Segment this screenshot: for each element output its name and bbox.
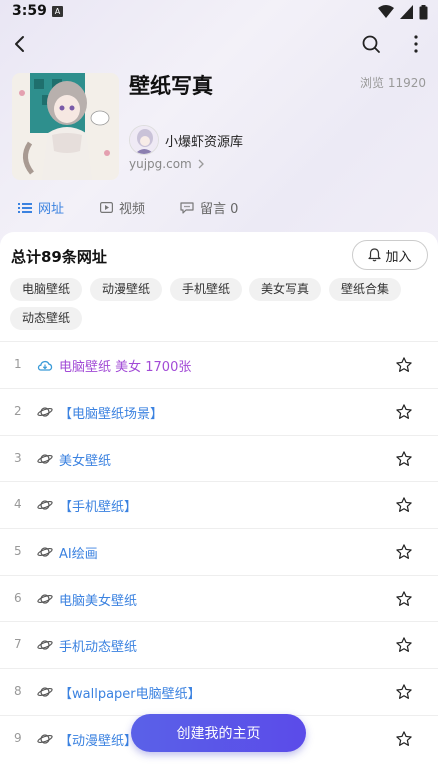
more-vertical-icon[interactable] (404, 32, 428, 56)
item-number: 4 (14, 497, 22, 511)
item-label[interactable]: 手机动态壁纸 (59, 636, 137, 655)
item-label[interactable]: 【手机壁纸】 (59, 496, 137, 515)
search-icon[interactable] (359, 32, 383, 56)
list-item[interactable]: 3 美女壁纸 (0, 435, 438, 482)
star-icon[interactable] (395, 730, 413, 748)
comment-icon (180, 201, 194, 214)
star-icon[interactable] (395, 356, 413, 374)
planet-icon (37, 687, 53, 697)
tab-comments[interactable]: 留言 0 (180, 198, 238, 217)
collection-title: 壁纸写真 (129, 74, 213, 98)
cover-image (12, 73, 119, 180)
item-label[interactable]: 电脑美女壁纸 (59, 590, 137, 609)
list-item[interactable]: 1 电脑壁纸 美女 1700张 (0, 341, 438, 388)
item-number: 8 (14, 684, 22, 698)
notification-a-icon: A (52, 6, 63, 17)
star-icon[interactable] (395, 543, 413, 561)
tab-label: 留言 0 (200, 202, 239, 217)
tag-chip[interactable]: 手机壁纸 (170, 278, 243, 301)
list-item[interactable]: 7 手机动态壁纸 (0, 621, 438, 668)
item-number: 2 (14, 404, 22, 418)
avatar[interactable] (129, 125, 159, 155)
item-label[interactable]: 美女壁纸 (59, 450, 111, 469)
planet-icon (37, 500, 53, 510)
item-label[interactable]: AI绘画 (59, 543, 98, 562)
list-item[interactable]: 5 AI绘画 (0, 528, 438, 575)
item-number: 7 (14, 637, 22, 651)
star-icon[interactable] (395, 496, 413, 514)
planet-icon (37, 454, 53, 464)
cloud-icon (37, 360, 53, 371)
battery-icon (419, 4, 428, 19)
item-number: 3 (14, 451, 22, 465)
planet-icon (37, 640, 53, 650)
tag-chip[interactable]: 壁纸合集 (329, 278, 402, 301)
tag-chip[interactable]: 美女写真 (249, 278, 322, 301)
item-label[interactable]: 【动漫壁纸】 (59, 730, 137, 749)
back-arrow-icon[interactable] (8, 32, 32, 56)
tag-chip[interactable]: 动态壁纸 (10, 307, 83, 330)
star-icon[interactable] (395, 450, 413, 468)
join-button[interactable]: 加入 (352, 240, 428, 270)
status-bar: 3:59 A (0, 0, 438, 24)
star-icon[interactable] (395, 590, 413, 608)
item-number: 9 (14, 731, 22, 745)
signal-icon (400, 5, 413, 19)
planet-icon (37, 594, 53, 604)
planet-icon (37, 547, 53, 557)
site-domain: yujpg.com (129, 157, 192, 171)
list-item[interactable]: 4 【手机壁纸】 (0, 481, 438, 528)
create-homepage-button[interactable]: 创建我的主页 (131, 714, 306, 752)
list-item[interactable]: 8 【wallpaper电脑壁纸】 (0, 668, 438, 715)
planet-icon (37, 734, 53, 744)
item-label[interactable]: 【wallpaper电脑壁纸】 (59, 683, 201, 702)
author-name[interactable]: 小爆虾资源库 (165, 131, 243, 150)
item-number: 6 (14, 591, 22, 605)
star-icon[interactable] (395, 403, 413, 421)
create-homepage-label: 创建我的主页 (176, 726, 261, 742)
video-icon (100, 202, 113, 213)
join-label: 加入 (385, 249, 412, 265)
item-number: 5 (14, 544, 22, 558)
bell-icon (368, 248, 382, 262)
tab-videos[interactable]: 视频 (100, 198, 145, 217)
site-link[interactable]: yujpg.com (129, 157, 206, 172)
tag-chip[interactable]: 电脑壁纸 (10, 278, 83, 301)
chevron-right-icon (196, 158, 206, 172)
list-item[interactable]: 6 电脑美女壁纸 (0, 575, 438, 622)
total-count: 总计89条网址 (11, 248, 107, 266)
tab-label: 网址 (38, 202, 65, 217)
wifi-icon (378, 5, 394, 18)
status-time: 3:59 (12, 3, 47, 19)
tab-bar: 网址 视频 留言 0 (0, 198, 438, 222)
tag-chip[interactable]: 动漫壁纸 (90, 278, 163, 301)
item-label[interactable]: 电脑壁纸 美女 1700张 (59, 356, 191, 375)
item-number: 1 (14, 357, 22, 371)
list-item[interactable]: 2 【电脑壁纸场景】 (0, 388, 438, 435)
tab-label: 视频 (119, 202, 146, 217)
view-count: 浏览 11920 (360, 76, 426, 90)
star-icon[interactable] (395, 683, 413, 701)
item-label[interactable]: 【电脑壁纸场景】 (59, 403, 163, 422)
planet-icon (37, 407, 53, 417)
star-icon[interactable] (395, 636, 413, 654)
tab-urls[interactable]: 网址 (18, 198, 64, 217)
list-icon (18, 202, 32, 213)
